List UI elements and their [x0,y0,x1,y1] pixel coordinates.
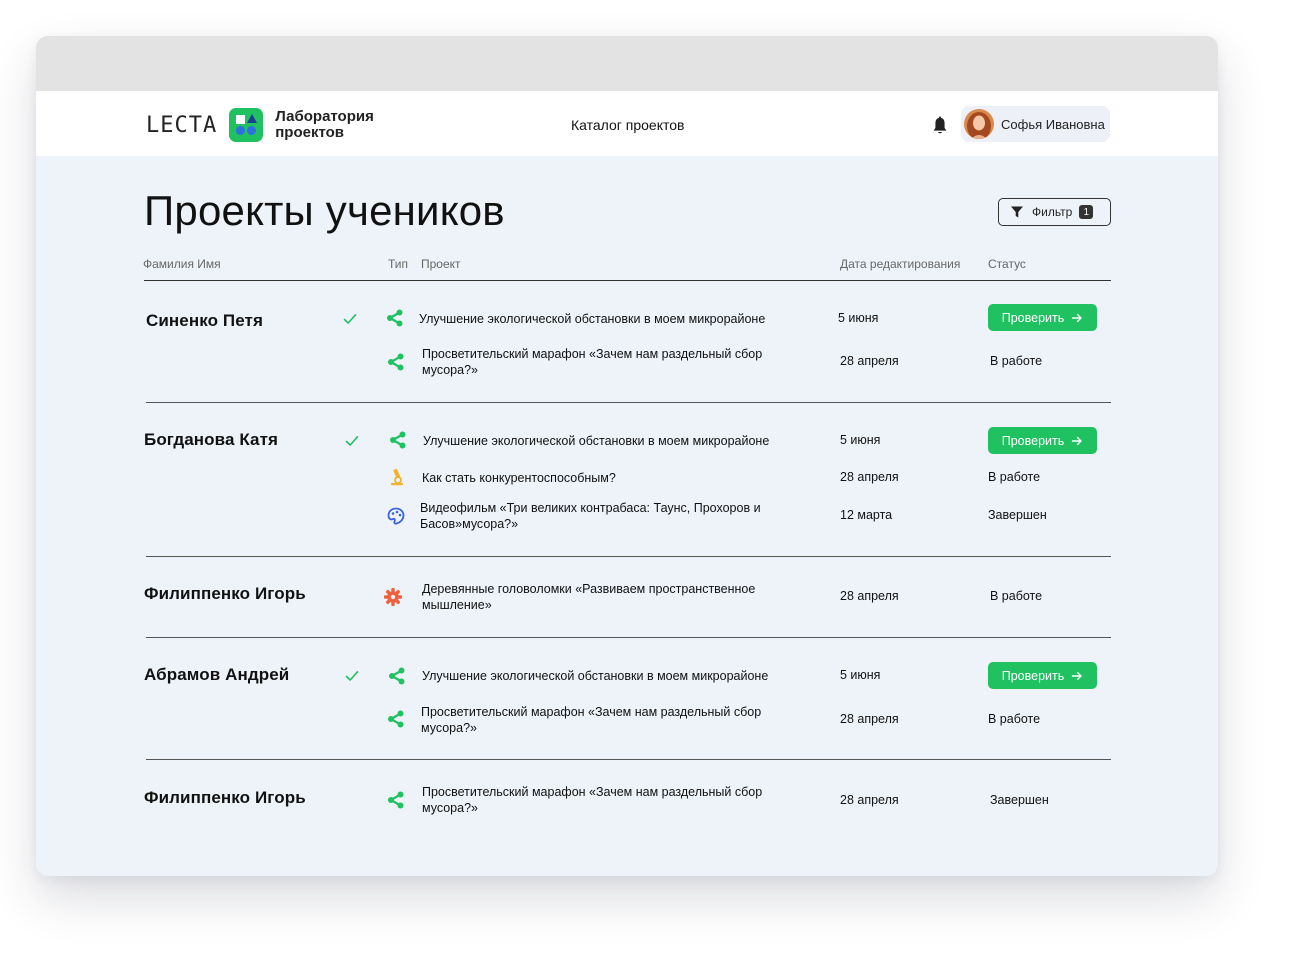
project-date: 5 июня [840,668,881,682]
window-titlebar [36,36,1218,91]
arrow-right-icon [1072,671,1082,680]
review-button-label: Проверить [1001,310,1065,325]
project-date: 5 июня [838,311,879,325]
column-header-type[interactable]: Тип [388,257,408,271]
review-button-label: Проверить [1001,433,1065,448]
checkmark-icon [345,436,359,446]
project-date: 28 апреля [840,589,899,603]
project-date: 28 апреля [840,470,899,484]
project-date: 28 апреля [840,793,899,807]
user-menu[interactable]: Софья Ивановна [961,106,1110,142]
gear-icon [384,588,402,606]
project-status: В работе [988,470,1041,484]
share-icon [388,791,404,809]
project-title[interactable]: Улучшение экологической обстановки в мое… [422,668,792,684]
share-icon [390,431,406,449]
catalog-link[interactable]: Каталог проектов [571,117,684,133]
top-navbar: LECTA Лаборатория проектов Каталог проек… [36,91,1218,156]
project-title[interactable]: Видеофильм «Три великих контрабаса: Таун… [420,500,790,532]
column-header-student[interactable]: Фамилия Имя [143,257,221,271]
project-title[interactable]: Деревянные головоломки «Развиваем простр… [422,581,792,613]
project-title[interactable]: Просветительский марафон «Зачем нам разд… [422,346,792,378]
share-icon [388,353,404,371]
row-divider [146,556,1111,557]
column-header-status[interactable]: Статус [988,257,1026,271]
row-divider [146,759,1111,760]
user-name: Софья Ивановна [1001,116,1105,132]
brand-logo-icon [229,108,264,142]
student-name[interactable]: Синенко Петя [146,311,263,331]
project-title[interactable]: Улучшение экологической обстановки в мое… [419,311,789,327]
project-status: В работе [990,589,1043,603]
project-title[interactable]: Улучшение экологической обстановки в мое… [423,433,793,449]
avatar [964,109,994,139]
filter-count-badge: 1 [1079,205,1094,219]
student-name[interactable]: Богданова Катя [144,430,278,450]
review-button[interactable]: Проверить [988,427,1097,454]
arrow-right-icon [1072,436,1082,445]
bell-icon[interactable] [929,115,951,137]
student-name[interactable]: Филиппенко Игорь [144,584,306,604]
project-date: 28 апреля [840,354,899,368]
review-button-label: Проверить [1001,668,1065,683]
brand-wordmark: LECTA [146,112,218,138]
student-name[interactable]: Филиппенко Игорь [144,788,306,808]
review-button[interactable]: Проверить [988,662,1097,689]
project-title[interactable]: Просветительский марафон «Зачем нам разд… [421,704,791,736]
brand-name: Лаборатория проектов [275,108,374,141]
project-status: В работе [990,354,1043,368]
palette-icon [387,507,405,525]
row-divider [146,637,1111,638]
filter-button[interactable]: Фильтр 1 [998,198,1111,226]
project-title[interactable]: Просветительский марафон «Зачем нам разд… [422,784,792,816]
student-name[interactable]: Абрамов Андрей [144,665,289,685]
project-status: В работе [988,712,1041,726]
share-icon [387,309,403,327]
arrow-right-icon [1072,313,1082,322]
header-divider [144,280,1111,281]
filter-icon [1011,206,1023,218]
browser-window: LECTA Лаборатория проектов Каталог проек… [36,36,1218,876]
row-divider [146,402,1111,403]
project-status: Завершен [990,793,1049,807]
checkmark-icon [345,671,359,681]
project-date: 12 марта [840,508,893,522]
review-button[interactable]: Проверить [988,304,1097,331]
project-title[interactable]: Как стать конкурентоспособным? [422,470,792,486]
project-date: 28 апреля [840,712,899,726]
column-header-date[interactable]: Дата редактирования [840,257,960,271]
checkmark-icon [343,314,357,324]
share-icon [389,667,405,685]
microscope-icon [391,468,403,486]
page-title: Проекты учеников [144,187,505,234]
column-header-project[interactable]: Проект [421,257,461,271]
brand[interactable]: LECTA Лаборатория проектов [146,108,385,142]
project-status: Завершен [988,508,1047,522]
filter-label: Фильтр [1032,205,1073,219]
share-icon [388,710,404,728]
project-date: 5 июня [840,433,881,447]
